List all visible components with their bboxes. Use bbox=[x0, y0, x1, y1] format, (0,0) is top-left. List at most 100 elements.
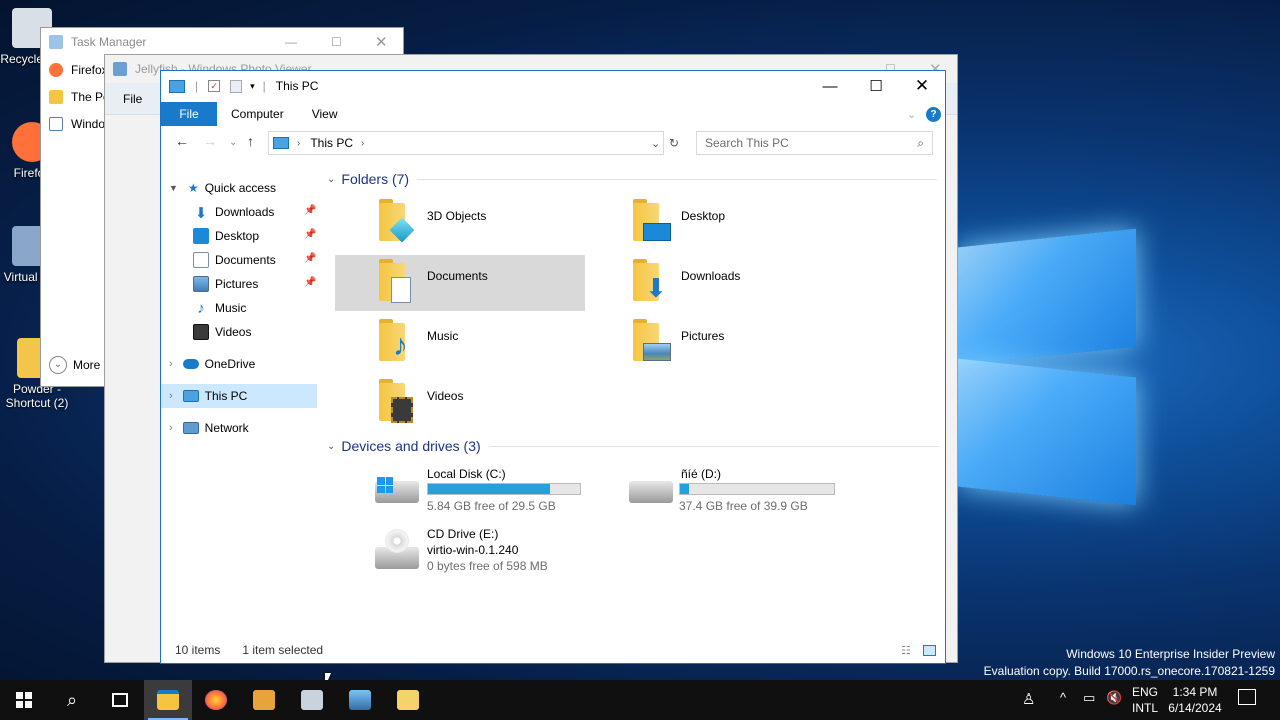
maximize-icon[interactable]: ☐ bbox=[331, 35, 342, 49]
taskbar-app-photo-viewer[interactable] bbox=[336, 680, 384, 720]
folder-3d-objects[interactable]: 3D Objects bbox=[335, 195, 585, 251]
details-view-icon[interactable]: ☷ bbox=[901, 644, 911, 657]
refresh-icon[interactable]: ↻ bbox=[669, 136, 679, 150]
action-center-icon[interactable] bbox=[1238, 689, 1256, 705]
volume-muted-icon[interactable]: 🔇 bbox=[1106, 690, 1122, 706]
chevron-right-icon[interactable]: › bbox=[169, 422, 173, 434]
sidebar-item-documents[interactable]: Documents bbox=[193, 248, 276, 272]
chevron-right-icon[interactable]: › bbox=[169, 358, 173, 370]
chevron-down-icon[interactable]: ⌄ bbox=[327, 174, 335, 185]
show-hidden-icons-chevron-icon[interactable]: ^ bbox=[1060, 690, 1066, 705]
taskbar-app-file-explorer[interactable] bbox=[144, 680, 192, 720]
taskbar-app-task-manager[interactable] bbox=[288, 680, 336, 720]
folder-desktop[interactable]: Desktop bbox=[589, 195, 839, 251]
ribbon-expand-icon[interactable]: ⌄ bbox=[907, 108, 916, 121]
music-icon: ♪ bbox=[197, 300, 205, 317]
drive-local-c[interactable]: Local Disk (C:) 5.84 GB free of 29.5 GB bbox=[375, 465, 585, 515]
close-icon[interactable]: ✕ bbox=[375, 33, 388, 51]
network-icon[interactable]: ▭ bbox=[1083, 690, 1095, 706]
taskbar-app-firefox[interactable] bbox=[192, 680, 240, 720]
sidebar-item-network[interactable]: › Network bbox=[169, 416, 249, 440]
pin-icon: 📌 bbox=[304, 229, 317, 240]
documents-folder-icon bbox=[379, 259, 415, 303]
start-button[interactable] bbox=[0, 680, 48, 720]
help-icon[interactable]: ? bbox=[926, 106, 941, 122]
taskbar-app-photos[interactable] bbox=[384, 680, 432, 720]
up-arrow-icon[interactable]: ↑ bbox=[247, 133, 254, 149]
tab-view[interactable]: View bbox=[298, 102, 352, 126]
clock-time: 1:34 PM bbox=[1172, 685, 1218, 699]
watermark-line: Windows 10 Enterprise Insider Preview bbox=[1066, 647, 1275, 661]
sidebar-item-downloads[interactable]: ⬇ Downloads bbox=[193, 200, 275, 224]
chevron-down-icon[interactable]: ⌄ bbox=[327, 441, 335, 452]
sidebar-item-pictures[interactable]: Pictures bbox=[193, 272, 258, 296]
drive-volume-label: virtio-win-0.1.240 bbox=[427, 543, 519, 557]
back-arrow-icon[interactable]: ← bbox=[175, 133, 189, 149]
3d-objects-icon bbox=[379, 199, 415, 243]
sidebar-item-this-pc[interactable]: › This PC bbox=[161, 384, 317, 408]
folder-videos[interactable]: Videos bbox=[335, 375, 585, 431]
minimize-button[interactable]: — bbox=[807, 71, 853, 101]
breadcrumb-this-pc[interactable]: This PC bbox=[310, 136, 353, 150]
chevron-right-icon[interactable]: › bbox=[169, 390, 173, 402]
folder-pictures[interactable]: Pictures bbox=[589, 315, 839, 371]
taskbar-app-media[interactable] bbox=[240, 680, 288, 720]
sidebar-item-videos[interactable]: Videos bbox=[193, 320, 251, 344]
address-dropdown-icon[interactable]: ⌄ bbox=[651, 137, 660, 150]
pictures-icon bbox=[193, 276, 209, 292]
tab-computer[interactable]: Computer bbox=[217, 102, 298, 126]
drive-cd-e[interactable]: CD Drive (E:) virtio-win-0.1.240 0 bytes… bbox=[375, 525, 585, 581]
folder-name: Downloads bbox=[681, 269, 741, 283]
clock[interactable]: 1:34 PM 6/14/2024 bbox=[1166, 684, 1224, 716]
more-details-button[interactable]: ⌄ More bbox=[41, 351, 100, 378]
file-explorer-window[interactable]: | ✓ ▾ | This PC — ☐ ✕ File Computer View… bbox=[160, 70, 946, 664]
chevron-down-icon[interactable]: ▼ bbox=[169, 183, 178, 193]
large-icons-view-icon[interactable] bbox=[923, 644, 936, 656]
folder-music[interactable]: ♪ Music bbox=[335, 315, 585, 371]
quick-toolbar-dropdown-icon[interactable]: ▾ bbox=[250, 81, 255, 92]
sidebar-item-label: Downloads bbox=[215, 205, 275, 219]
task-view-button[interactable] bbox=[96, 680, 144, 720]
maximize-button[interactable]: ☐ bbox=[853, 71, 899, 101]
status-bar: 10 items 1 item selected ☷ bbox=[161, 637, 945, 663]
folder-documents[interactable]: Documents bbox=[335, 255, 585, 311]
sidebar-item-onedrive[interactable]: › OneDrive bbox=[169, 352, 255, 376]
breadcrumb-chevron-icon[interactable]: › bbox=[361, 138, 364, 149]
taskbar: ⌕ ♙ ^ ▭ 🔇 ENG INTL 1:34 PM 6/14/2024 bbox=[0, 680, 1280, 720]
group-divider bbox=[417, 178, 938, 180]
address-bar[interactable]: › This PC › ⌄ ↻ bbox=[268, 131, 679, 155]
search-box[interactable]: Search This PC ⌕ bbox=[696, 131, 933, 155]
folders-group-header[interactable]: ⌄ Folders (7) bbox=[327, 171, 938, 187]
minimize-icon[interactable]: — bbox=[285, 35, 297, 49]
folder-downloads[interactable]: ⬇ Downloads bbox=[589, 255, 839, 311]
media-player-icon bbox=[253, 690, 275, 710]
folder-name: 3D Objects bbox=[427, 209, 487, 223]
photo-viewer-file-menu[interactable]: File bbox=[123, 92, 142, 106]
this-pc-icon bbox=[169, 79, 185, 93]
disc-icon bbox=[385, 529, 409, 553]
input-language[interactable]: ENG INTL bbox=[1132, 684, 1158, 716]
downloads-icon: ⬇ bbox=[194, 205, 208, 222]
task-manager-titlebar[interactable]: Task Manager — ☐ ✕ bbox=[41, 28, 403, 56]
new-folder-icon[interactable] bbox=[230, 79, 243, 93]
people-icon[interactable]: ♙ bbox=[1022, 690, 1035, 708]
sidebar-item-label: Quick access bbox=[204, 181, 277, 195]
drive-d[interactable]: ñíé (D:) 37.4 GB free of 39.9 GB bbox=[629, 465, 839, 515]
folder-name: Music bbox=[427, 329, 459, 343]
devices-group-header[interactable]: ⌄ Devices and drives (3) bbox=[327, 438, 939, 454]
breadcrumb-chevron-icon[interactable]: › bbox=[297, 138, 300, 149]
task-view-icon bbox=[112, 693, 128, 707]
sidebar-quick-access[interactable]: ▼ ★ Quick access bbox=[169, 176, 276, 200]
tab-file[interactable]: File bbox=[161, 102, 217, 126]
sidebar-item-desktop[interactable]: Desktop bbox=[193, 224, 259, 248]
recent-locations-icon[interactable]: ⌄ bbox=[229, 137, 237, 148]
sidebar-item-label: Desktop bbox=[215, 229, 260, 243]
sidebar-item-music[interactable]: ♪ Music bbox=[193, 296, 246, 320]
close-button[interactable]: ✕ bbox=[899, 71, 945, 101]
forward-arrow-icon[interactable]: → bbox=[203, 133, 217, 149]
evaluation-watermark: Windows 10 Enterprise Insider Preview Ev… bbox=[984, 646, 1275, 680]
explorer-titlebar[interactable]: | ✓ ▾ | This PC — ☐ ✕ bbox=[161, 71, 945, 101]
search-button[interactable]: ⌕ bbox=[48, 680, 96, 720]
properties-icon[interactable]: ✓ bbox=[208, 80, 221, 92]
desktop-folder-icon bbox=[633, 199, 671, 243]
